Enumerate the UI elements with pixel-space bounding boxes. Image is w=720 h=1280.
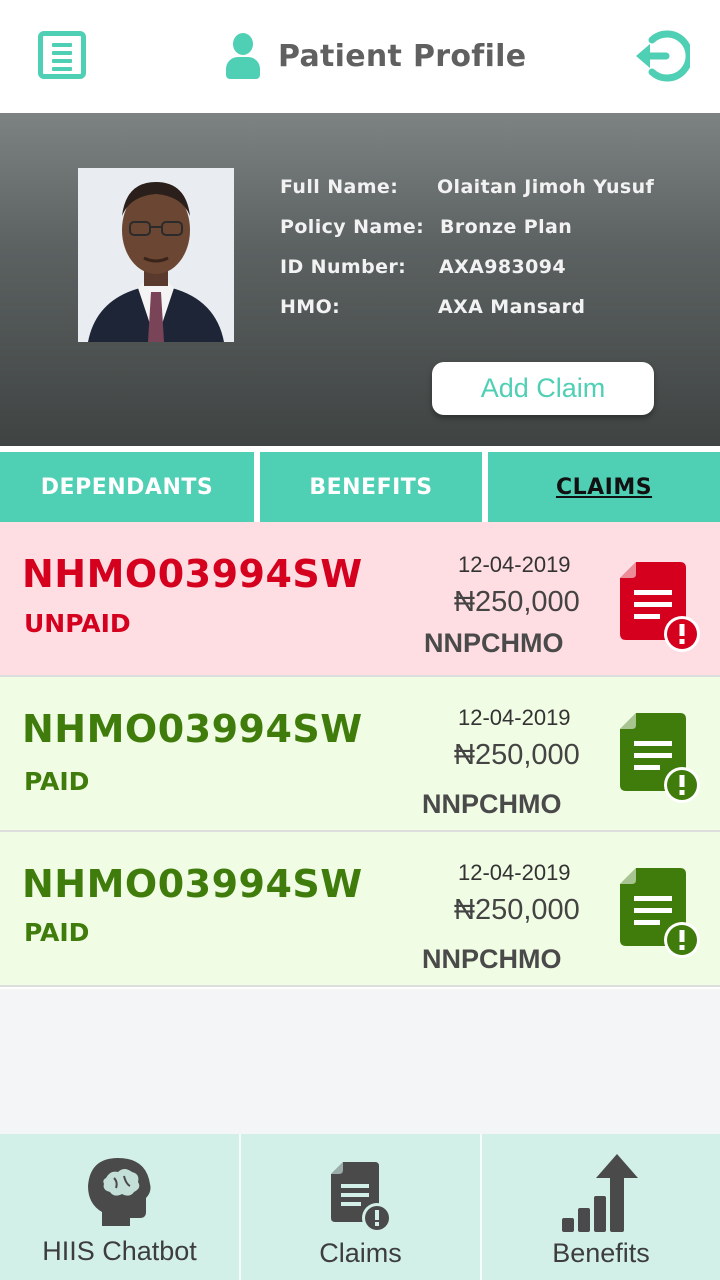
full-name-value: Olaitan Jimoh Yusuf xyxy=(437,176,655,198)
claim-id: NHMO03994SW xyxy=(22,862,363,906)
nav-claims[interactable]: Claims xyxy=(241,1134,480,1280)
claim-row[interactable]: NHMO03994SW UNPAID 12-04-2019 ₦250,000 N… xyxy=(0,522,720,677)
tab-dependants[interactable]: DEPENDANTS xyxy=(0,452,254,522)
claim-hmo: NNPCHMO xyxy=(422,944,562,974)
profile-card: Full Name: Olaitan Jimoh Yusuf Policy Na… xyxy=(0,113,720,446)
full-name-label: Full Name: xyxy=(280,176,399,198)
claims-doc-icon xyxy=(331,1162,392,1233)
claim-hmo: NNPCHMO xyxy=(424,628,564,658)
tab-benefits[interactable]: BENEFITS xyxy=(260,452,482,522)
nav-label-benefits: Benefits xyxy=(552,1238,650,1268)
claim-hmo: NNPCHMO xyxy=(422,789,562,819)
tab-bar: DEPENDANTS BENEFITS CLAIMS xyxy=(0,452,720,522)
hmo-label: HMO: xyxy=(280,296,341,318)
claim-date: 12-04-2019 xyxy=(458,705,571,730)
bar-chart-arrow-icon xyxy=(562,1154,638,1232)
patient-photo xyxy=(78,168,234,342)
policy-name-value: Bronze Plan xyxy=(440,216,573,238)
claim-status: UNPAID xyxy=(24,609,131,638)
claim-row[interactable]: NHMO03994SW PAID 12-04-2019 ₦250,000 NNP… xyxy=(0,677,720,832)
bottom-nav: HIIS Chatbot Claims Benefits xyxy=(0,1134,720,1280)
claim-status: PAID xyxy=(24,767,90,796)
app-header: Patient Profile xyxy=(0,0,720,113)
claim-status: PAID xyxy=(24,918,90,947)
claim-document-icon[interactable] xyxy=(620,866,702,958)
claim-amount: ₦250,000 xyxy=(454,739,580,771)
policy-name-label: Policy Name: xyxy=(280,216,425,238)
logout-icon[interactable] xyxy=(636,29,690,83)
title-group: Patient Profile xyxy=(224,32,526,80)
claim-document-icon[interactable] xyxy=(620,711,702,803)
id-number-value: AXA983094 xyxy=(439,256,566,278)
person-icon xyxy=(224,33,262,79)
hmo-value: AXA Mansard xyxy=(438,296,586,318)
claim-amount: ₦250,000 xyxy=(454,586,580,618)
menu-list-icon[interactable] xyxy=(38,31,86,79)
nav-benefits[interactable]: Benefits xyxy=(482,1134,720,1280)
claim-id: NHMO03994SW xyxy=(22,707,363,751)
page-title: Patient Profile xyxy=(278,38,527,74)
claim-date: 12-04-2019 xyxy=(458,860,571,885)
id-number-label: ID Number: xyxy=(280,256,407,278)
claim-row[interactable]: NHMO03994SW PAID 12-04-2019 ₦250,000 NNP… xyxy=(0,832,720,987)
claim-document-icon[interactable] xyxy=(620,560,702,652)
nav-hiis-chatbot[interactable]: HIIS Chatbot xyxy=(0,1134,239,1280)
claim-amount: ₦250,000 xyxy=(454,894,580,926)
claim-date: 12-04-2019 xyxy=(458,552,571,577)
tab-claims[interactable]: CLAIMS xyxy=(488,452,720,522)
nav-label-chatbot: HIIS Chatbot xyxy=(42,1236,197,1266)
empty-area xyxy=(0,989,720,1134)
brain-head-icon xyxy=(88,1158,151,1226)
nav-label-claims: Claims xyxy=(319,1238,402,1268)
add-claim-button[interactable]: Add Claim xyxy=(432,362,654,415)
claim-id: NHMO03994SW xyxy=(22,552,363,596)
